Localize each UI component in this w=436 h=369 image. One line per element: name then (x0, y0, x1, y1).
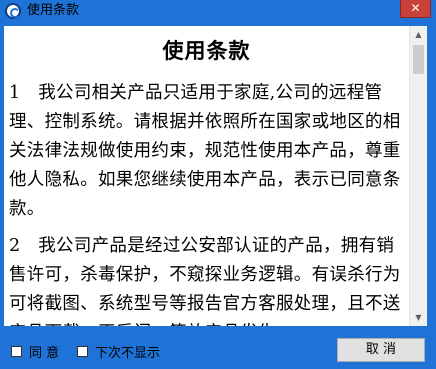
terms-dialog: 使用条款 ✕ 使用条款 1 我公司相关产品只适用于家庭,公司的远程管理、控制系统… (0, 0, 436, 369)
dialog-footer: 同 意 下次不显示 取 消 (0, 330, 436, 369)
cancel-button[interactable]: 取 消 (337, 338, 425, 362)
scroll-thumb[interactable] (413, 45, 424, 74)
window-title: 使用条款 (27, 3, 80, 18)
dont-show-again-label: 下次不显示 (95, 346, 161, 361)
scroll-down-arrow-icon[interactable]: ▼ (410, 309, 427, 326)
close-button[interactable]: ✕ (400, 0, 431, 18)
agree-checkbox[interactable]: 同 意 (11, 342, 59, 361)
vertical-scrollbar[interactable]: ▲ ▼ (409, 26, 427, 326)
terms-paragraph-1: 1 我公司相关产品只适用于家庭,公司的远程管理、控制系统。请根据并依照所在国家或… (9, 83, 401, 219)
terms-content-panel: 使用条款 1 我公司相关产品只适用于家庭,公司的远程管理、控制系统。请根据并依照… (4, 26, 427, 326)
dont-show-again-checkbox[interactable]: 下次不显示 (77, 342, 160, 361)
terms-document: 使用条款 1 我公司相关产品只适用于家庭,公司的远程管理、控制系统。请根据并依照… (4, 26, 409, 326)
scroll-up-arrow-icon[interactable]: ▲ (410, 26, 427, 43)
app-logo-icon (5, 3, 21, 19)
agree-checkbox-label: 同 意 (29, 346, 60, 361)
document-heading: 使用条款 (162, 38, 251, 63)
dont-show-again-checkbox-box[interactable] (77, 346, 88, 357)
agree-checkbox-box[interactable] (11, 346, 22, 357)
terms-paragraph-2: 2 我公司产品是经过公安部认证的产品，拥有销售许可，杀毒保护，不窥探业务逻辑。有… (9, 236, 401, 326)
title-bar[interactable]: 使用条款 ✕ (0, 0, 436, 22)
